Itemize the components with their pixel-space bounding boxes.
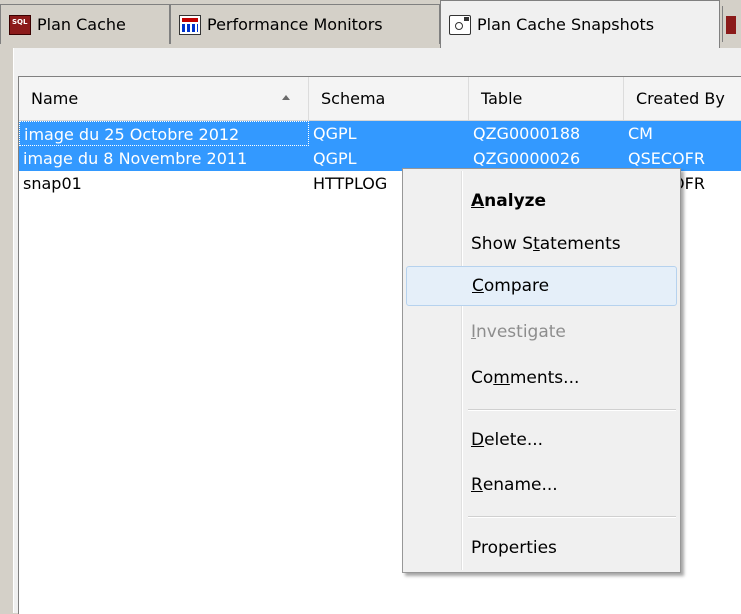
cell-name: image du 25 Octobre 2012 <box>19 121 309 146</box>
tab-overflow-icon <box>726 16 736 34</box>
menu-item-show-statements[interactable]: Show St atements <box>406 224 677 264</box>
cell-name: snap01 <box>23 174 82 193</box>
menu-separator <box>468 516 676 518</box>
menu-item-comments[interactable]: Co m ments... <box>406 358 677 398</box>
snapshot-camera-icon <box>449 14 471 35</box>
menu-item-properties[interactable]: Properties <box>406 528 677 568</box>
column-header-table[interactable]: Table <box>469 77 624 120</box>
sql-plan-cache-icon <box>9 14 31 35</box>
sort-ascending-icon <box>282 95 290 100</box>
menu-separator <box>468 409 676 411</box>
cell-created-by: CM <box>628 124 653 143</box>
menu-item-compare[interactable]: Compare <box>406 266 677 306</box>
menu-item-analyze[interactable]: Analyze <box>406 181 677 221</box>
cell-name: image du 8 Novembre 2011 <box>23 149 248 168</box>
column-header-name[interactable]: Name <box>19 77 309 120</box>
tab-label: Plan Cache Snapshots <box>477 15 655 34</box>
column-header-created-by[interactable]: Created By <box>624 77 741 120</box>
table-header: Name Schema Table Created By <box>19 77 741 121</box>
menu-item-delete[interactable]: Delete... <box>406 420 677 460</box>
tab-label: Plan Cache <box>37 15 126 34</box>
tab-plan-cache-snapshots[interactable]: Plan Cache Snapshots <box>440 0 720 48</box>
table-row[interactable]: image du 25 Octobre 2012 QGPL QZG0000188… <box>19 121 741 146</box>
tab-label: Performance Monitors <box>207 15 383 34</box>
menu-item-investigate: Investigate <box>471 322 566 342</box>
tab-overflow-partial[interactable] <box>722 6 737 42</box>
tab-strip: Plan Cache Performance Monitors Plan Cac… <box>0 0 741 48</box>
column-header-schema[interactable]: Schema <box>309 77 469 120</box>
context-menu: Analyze Show St atements Compare Investig… <box>402 168 681 573</box>
tab-performance-monitors[interactable]: Performance Monitors <box>170 4 440 44</box>
menu-item-rename[interactable]: Rename... <box>406 465 677 505</box>
cell-schema: QGPL <box>313 124 357 143</box>
performance-monitor-icon <box>179 14 201 35</box>
cell-table: QZG0000188 <box>473 124 581 143</box>
tab-plan-cache[interactable]: Plan Cache <box>0 4 170 44</box>
